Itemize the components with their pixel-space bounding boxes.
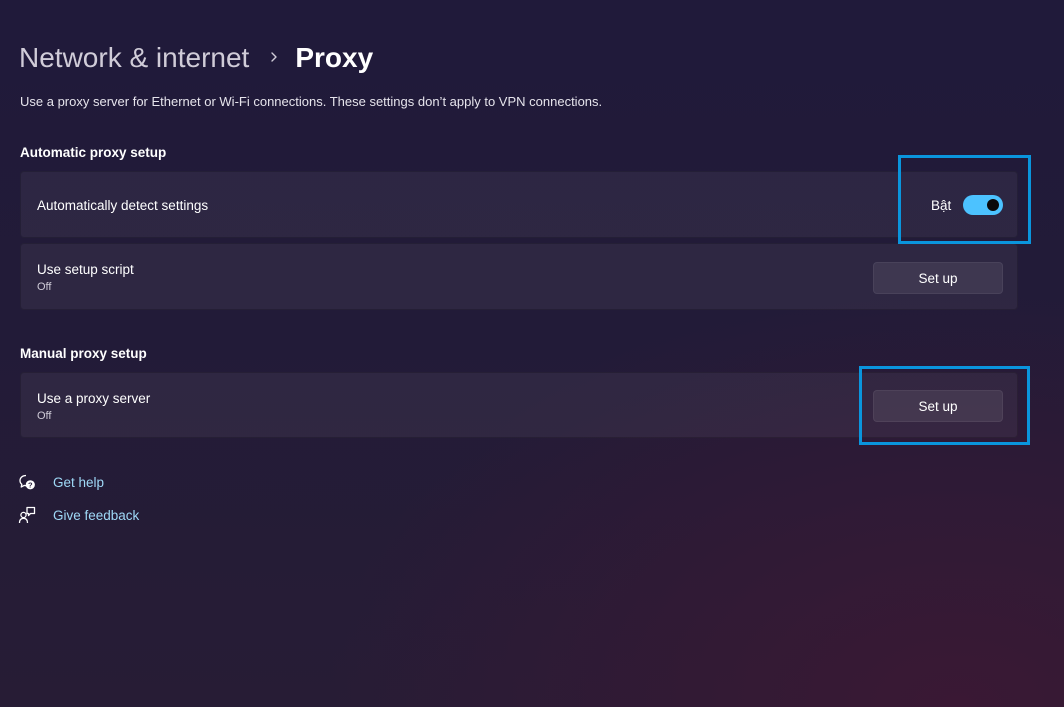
give-feedback-link[interactable]: Give feedback xyxy=(18,506,139,524)
auto-detect-toggle[interactable] xyxy=(963,195,1003,215)
section-title-manual: Manual proxy setup xyxy=(20,346,147,361)
proxy-setup-button[interactable]: Set up xyxy=(873,390,1003,422)
proxy-server-status: Off xyxy=(37,410,52,422)
setup-script-button[interactable]: Set up xyxy=(873,262,1003,294)
page-title: Proxy xyxy=(295,42,374,73)
give-feedback-label: Give feedback xyxy=(53,507,140,523)
section-title-automatic: Automatic proxy setup xyxy=(20,145,167,160)
svg-text:?: ? xyxy=(28,481,33,490)
setup-script-label: Use setup script xyxy=(37,262,134,277)
setting-card-proxy-server: Use a proxy server Off Set up xyxy=(20,372,1018,438)
breadcrumb: Network & internet Proxy xyxy=(19,38,373,78)
toggle-knob xyxy=(987,199,999,211)
proxy-server-label: Use a proxy server xyxy=(37,391,151,406)
page-description: Use a proxy server for Ethernet or Wi-Fi… xyxy=(20,94,603,109)
help-chat-icon: ? xyxy=(18,473,36,491)
setup-script-status: Off xyxy=(37,281,52,293)
setting-card-setup-script: Use setup script Off Set up xyxy=(20,243,1018,310)
get-help-label: Get help xyxy=(53,474,105,490)
auto-detect-label: Automatically detect settings xyxy=(37,198,209,213)
get-help-link[interactable]: ? Get help xyxy=(18,473,104,491)
chevron-right-icon xyxy=(269,52,279,62)
setting-card-auto-detect: Automatically detect settings Bật xyxy=(20,171,1018,238)
breadcrumb-parent[interactable]: Network & internet xyxy=(19,42,249,74)
feedback-icon xyxy=(18,506,36,524)
toggle-state-label: Bật xyxy=(931,198,952,213)
